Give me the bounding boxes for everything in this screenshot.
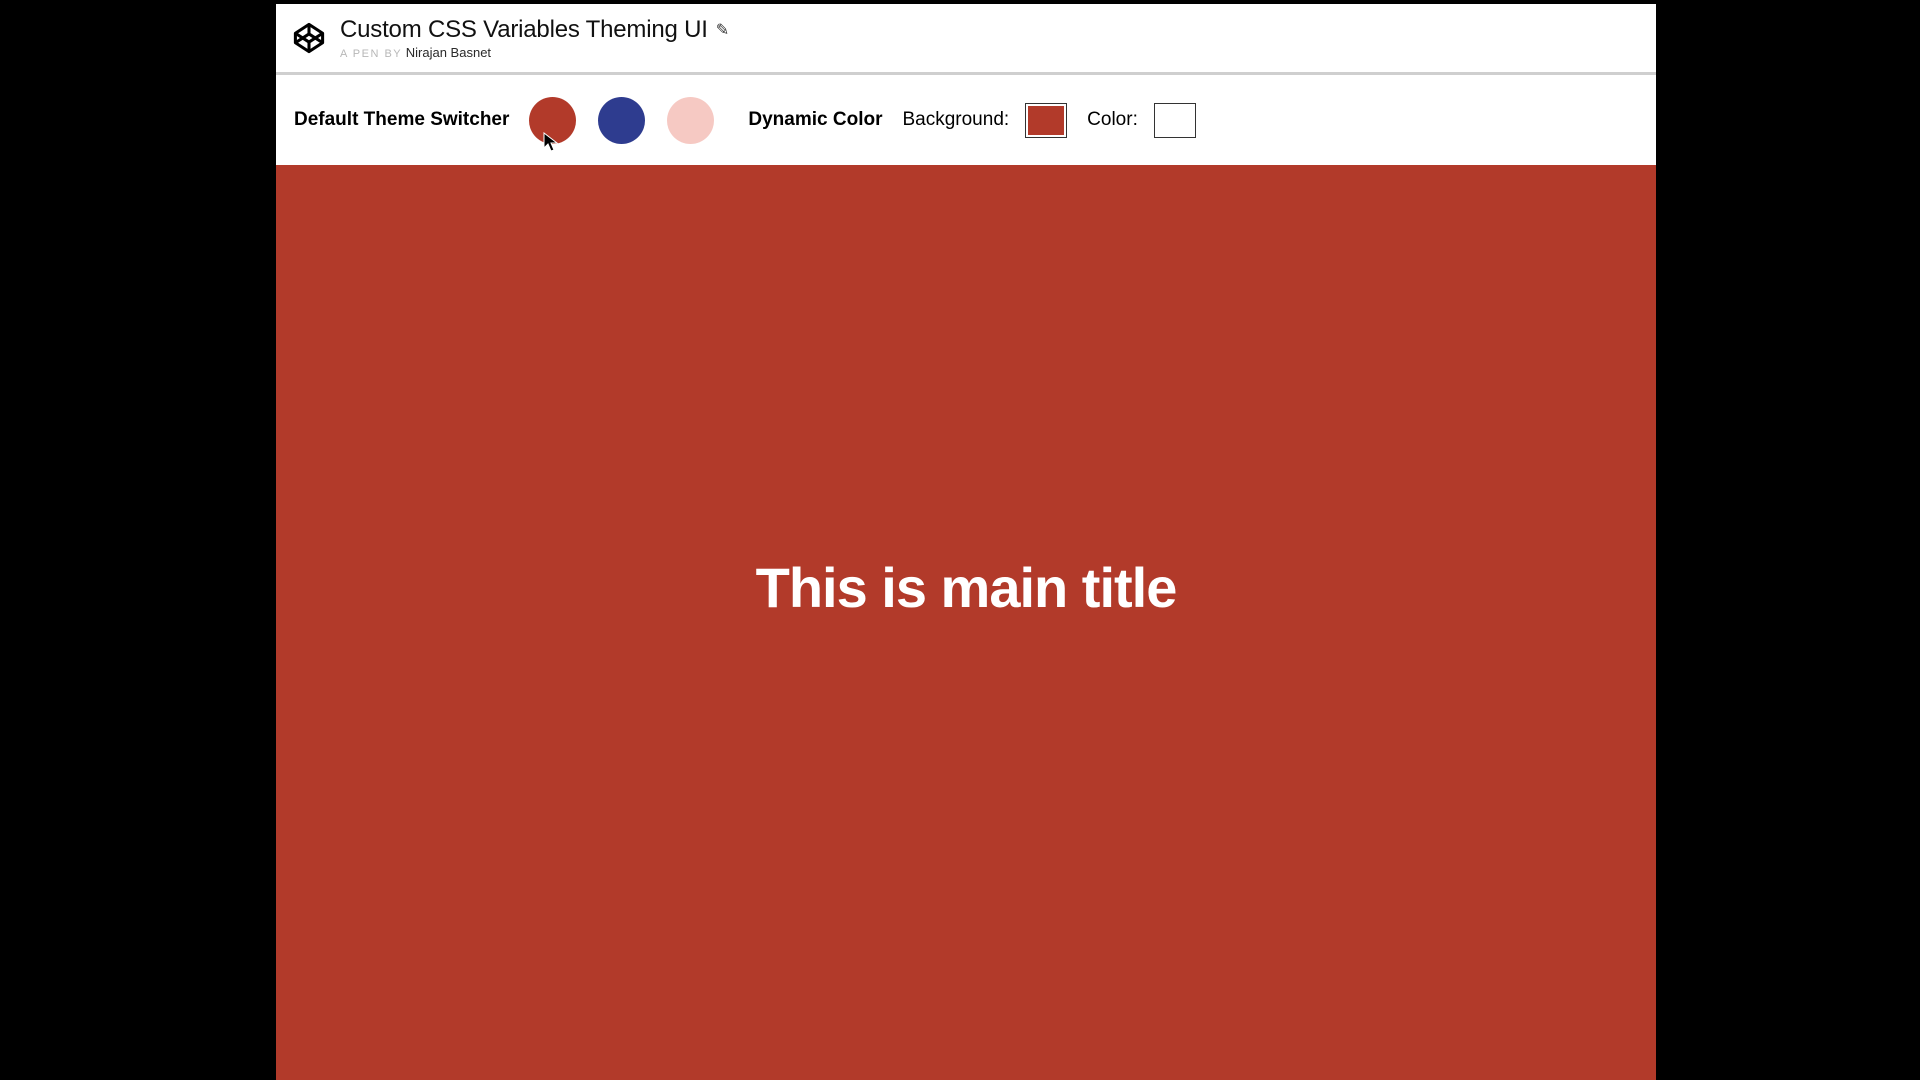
theme-swatch-pink[interactable] bbox=[667, 97, 714, 144]
controls-bar: Default Theme Switcher Dynamic Color Bac… bbox=[276, 75, 1656, 165]
text-color-swatch bbox=[1157, 106, 1193, 135]
theme-switcher-label: Default Theme Switcher bbox=[294, 109, 509, 131]
pen-byline: A PEN BY Nirajan Basnet bbox=[340, 45, 729, 60]
background-label: Background: bbox=[902, 109, 1009, 131]
text-color-input[interactable] bbox=[1154, 103, 1196, 138]
color-label: Color: bbox=[1087, 109, 1138, 131]
theme-swatch-blue[interactable] bbox=[598, 97, 645, 144]
theme-swatches bbox=[529, 97, 714, 144]
background-color-swatch bbox=[1028, 106, 1064, 135]
pen-author[interactable]: Nirajan Basnet bbox=[406, 45, 491, 60]
background-color-input[interactable] bbox=[1025, 103, 1067, 138]
pen-title[interactable]: Custom CSS Variables Theming UI bbox=[340, 16, 708, 44]
theme-swatch-red[interactable] bbox=[529, 97, 576, 144]
main-title: This is main title bbox=[756, 555, 1177, 620]
codepen-logo-icon[interactable] bbox=[290, 19, 328, 57]
dynamic-color-label: Dynamic Color bbox=[748, 109, 882, 131]
byline-prefix: A PEN BY bbox=[340, 48, 402, 60]
main-canvas: This is main title bbox=[276, 165, 1656, 1080]
pen-header: Custom CSS Variables Theming UI ✎ A PEN … bbox=[276, 4, 1656, 75]
pencil-icon[interactable]: ✎ bbox=[716, 20, 729, 40]
